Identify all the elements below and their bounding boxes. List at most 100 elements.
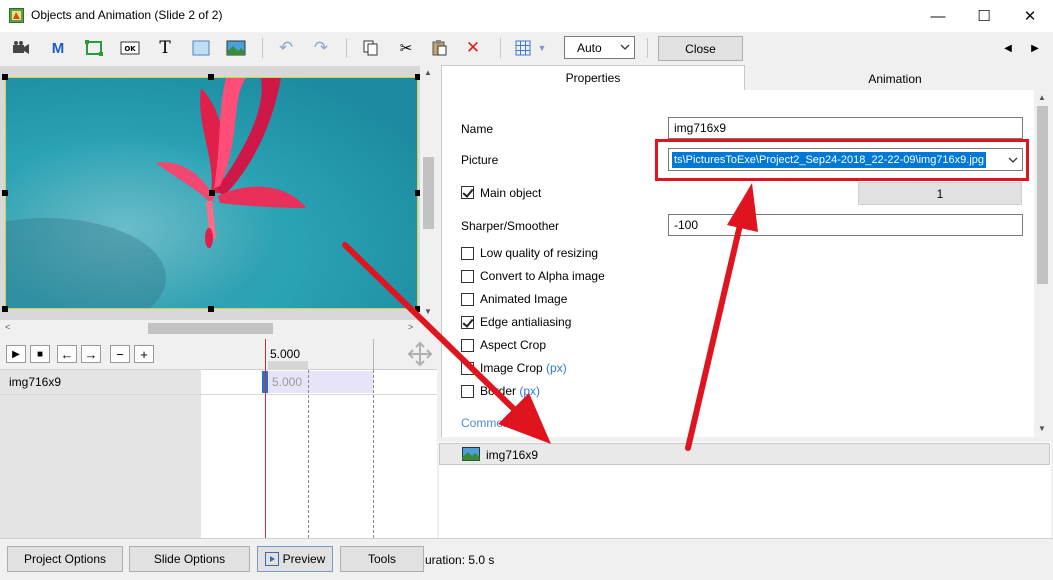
step-forward-button[interactable]: → — [81, 345, 101, 363]
grid-dropdown-icon[interactable]: ▼ — [535, 36, 549, 60]
undo-icon[interactable]: ↶ — [273, 36, 299, 60]
preview-label: Preview — [282, 552, 326, 566]
separator — [262, 38, 263, 58]
zoom-select-value: Auto — [577, 40, 602, 55]
timeline-controls: ▶ ■ ← → − + — [0, 339, 201, 370]
border-text: Border — [480, 384, 517, 398]
sharper-smoother-field[interactable]: -100 — [668, 214, 1023, 236]
app-icon — [9, 8, 24, 23]
properties-scroll-thumb[interactable] — [1037, 106, 1048, 284]
slide-options-button[interactable]: Slide Options — [129, 546, 250, 572]
low-quality-checkbox[interactable] — [461, 247, 474, 260]
redo-icon[interactable]: ↷ — [308, 36, 334, 60]
canvas-vertical-scroll-thumb[interactable] — [423, 157, 434, 229]
tab-animation[interactable]: Animation — [745, 67, 1045, 90]
zoom-in-button[interactable]: + — [134, 345, 154, 363]
svg-text:OK: OK — [124, 45, 136, 53]
move-icon[interactable] — [406, 341, 434, 370]
prev-slide-icon[interactable]: ◀ — [995, 36, 1021, 60]
main-object-checkbox[interactable] — [461, 186, 474, 199]
image-crop-label: Image Crop (px) — [480, 361, 567, 375]
edge-antialiasing-checkbox[interactable] — [461, 316, 474, 329]
duration-text: uration: 5.0 s — [425, 553, 495, 567]
timeline-ruler[interactable] — [201, 339, 437, 370]
video-icon[interactable] — [8, 36, 34, 60]
window-title: Objects and Animation (Slide 2 of 2) — [31, 8, 223, 22]
window-close-button[interactable]: ✕ — [1007, 0, 1053, 32]
edge-antialiasing-label: Edge antialiasing — [480, 315, 572, 329]
ruler-marker — [268, 361, 308, 370]
rectangle-icon[interactable] — [188, 36, 214, 60]
aspect-crop-label: Aspect Crop — [480, 338, 547, 352]
zoom-select[interactable]: Auto — [564, 36, 635, 59]
delete-icon[interactable]: ✕ — [460, 36, 486, 60]
image-crop-px-link[interactable]: (px) — [546, 361, 567, 375]
scroll-left-icon[interactable]: < — [5, 322, 10, 332]
step-back-button[interactable]: ← — [57, 345, 77, 363]
mask-icon[interactable]: M — [45, 36, 71, 60]
scroll-right-icon[interactable]: > — [408, 322, 413, 332]
animated-image-checkbox[interactable] — [461, 293, 474, 306]
paste-icon[interactable] — [426, 36, 452, 60]
close-button[interactable]: Close — [658, 36, 743, 61]
resize-handle[interactable] — [208, 306, 214, 312]
main-object-number[interactable]: 1 — [858, 182, 1022, 205]
timeline-track[interactable] — [201, 370, 437, 538]
border-px-link[interactable]: (px) — [519, 384, 540, 398]
annotation-highlight-box — [655, 139, 1029, 181]
common-section-header[interactable]: Common — [461, 416, 510, 430]
convert-alpha-checkbox[interactable] — [461, 270, 474, 283]
frame-icon[interactable] — [81, 36, 107, 60]
scroll-up-icon[interactable]: ▲ — [424, 68, 432, 77]
low-quality-label: Low quality of resizing — [480, 246, 599, 260]
object-list-item-name: img716x9 — [486, 448, 539, 462]
picture-label: Picture — [461, 153, 499, 167]
border-label: Border (px) — [480, 384, 540, 398]
next-slide-icon[interactable]: ▶ — [1022, 36, 1048, 60]
main-object-label: Main object — [480, 186, 542, 200]
button-icon[interactable]: OK — [117, 36, 143, 60]
scroll-down-icon[interactable]: ▼ — [1038, 424, 1046, 433]
resize-handle[interactable] — [2, 74, 8, 80]
cut-icon[interactable]: ✂ — [393, 36, 419, 60]
convert-alpha-label: Convert to Alpha image — [480, 269, 605, 283]
border-checkbox[interactable] — [461, 385, 474, 398]
animated-image-label: Animated Image — [480, 292, 568, 306]
separator — [500, 38, 501, 58]
scroll-up-icon[interactable]: ▲ — [1038, 93, 1046, 102]
timeline-object-names — [0, 370, 201, 538]
preview-icon — [264, 552, 279, 566]
tools-button[interactable]: Tools — [340, 546, 424, 572]
stop-button[interactable]: ■ — [30, 345, 50, 363]
scroll-down-icon[interactable]: ▼ — [424, 307, 432, 316]
separator — [346, 38, 347, 58]
preview-button[interactable]: Preview — [257, 546, 333, 572]
ruler-tick — [373, 339, 374, 370]
resize-handle[interactable] — [2, 190, 8, 196]
grid-icon[interactable] — [510, 36, 536, 60]
maximize-button[interactable]: ☐ — [961, 0, 1007, 32]
chevron-down-icon — [620, 41, 630, 56]
separator — [647, 38, 648, 58]
aspect-crop-checkbox[interactable] — [461, 339, 474, 352]
resize-handle[interactable] — [208, 74, 214, 80]
image-crop-checkbox[interactable] — [461, 362, 474, 375]
project-options-button[interactable]: Project Options — [7, 546, 123, 572]
name-label: Name — [461, 122, 494, 136]
timeline-playhead[interactable] — [265, 339, 266, 538]
copy-icon[interactable] — [358, 36, 384, 60]
text-icon[interactable]: T — [152, 36, 178, 60]
image-icon[interactable] — [223, 36, 249, 60]
name-field[interactable]: img716x9 — [668, 117, 1023, 139]
resize-handle[interactable] — [2, 306, 8, 312]
play-button[interactable]: ▶ — [6, 345, 26, 363]
center-handle[interactable] — [209, 190, 215, 196]
minimize-button[interactable]: — — [915, 0, 961, 32]
timeline-guide — [308, 370, 309, 538]
zoom-out-button[interactable]: − — [110, 345, 130, 363]
tab-properties[interactable]: Properties — [441, 65, 745, 90]
timeline-row-name[interactable]: img716x9 — [9, 375, 61, 389]
divider — [0, 394, 437, 395]
canvas-horizontal-scroll-thumb[interactable] — [148, 323, 273, 334]
image-crop-text: Image Crop — [480, 361, 543, 375]
